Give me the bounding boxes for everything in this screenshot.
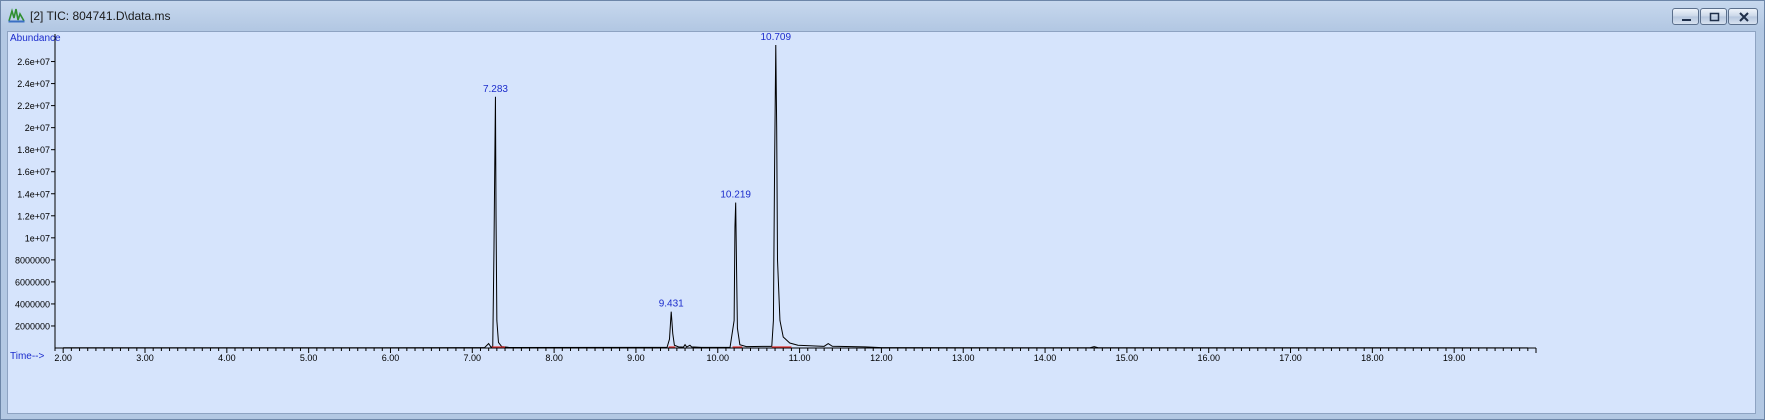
- x-tick-label: 16.00: [1197, 353, 1220, 363]
- window-titlebar[interactable]: [2] TIC: 804741.D\data.ms: [1, 1, 1764, 31]
- close-icon: [1739, 12, 1749, 22]
- y-tick-label: 1.4e+07: [17, 189, 50, 199]
- y-tick-label: 1e+07: [25, 233, 50, 243]
- y-tick-label: 2.2e+07: [17, 101, 50, 111]
- chromatogram-plot-area[interactable]: Abundance Time--> 2000000 4000000 6000000 8…: [7, 31, 1756, 414]
- x-tick-label: 19.00: [1443, 353, 1466, 363]
- y-tick-label: 1.2e+07: [17, 211, 50, 221]
- chromatogram-app-icon: [8, 8, 25, 23]
- x-tick-label: 3.00: [136, 353, 154, 363]
- y-tick-label: 6000000: [15, 277, 50, 287]
- tic-chromatogram-chart[interactable]: Abundance Time--> 2000000 4000000 6000000 8…: [8, 32, 1755, 413]
- maximize-icon: [1709, 12, 1720, 22]
- y-tick-label: 2.4e+07: [17, 79, 50, 89]
- y-tick-label: 2.6e+07: [17, 57, 50, 67]
- y-tick-label: 1.6e+07: [17, 167, 50, 177]
- x-tick-label: 2.00: [54, 353, 72, 363]
- peak-retention-time-label: 10.219: [720, 190, 751, 201]
- minimize-button[interactable]: [1672, 8, 1699, 25]
- x-tick-label: 9.00: [627, 353, 645, 363]
- x-axis-label: Time-->: [10, 351, 45, 362]
- peak-retention-time-label: 7.283: [483, 84, 508, 95]
- x-tick-label: 17.00: [1279, 353, 1302, 363]
- x-tick-label: 18.00: [1361, 353, 1384, 363]
- maximize-button[interactable]: [1700, 8, 1727, 25]
- x-tick-label: 7.00: [464, 353, 482, 363]
- x-tick-label: 13.00: [952, 353, 975, 363]
- x-tick-label: 12.00: [870, 353, 893, 363]
- x-tick-label: 8.00: [545, 353, 563, 363]
- y-tick-label: 4000000: [15, 299, 50, 309]
- peak-retention-time-label: 10.709: [760, 32, 791, 43]
- x-tick-label: 14.00: [1034, 353, 1057, 363]
- peak-retention-time-label: 9.431: [659, 299, 684, 310]
- y-axis-label: Abundance: [10, 33, 61, 44]
- x-tick-label: 11.00: [789, 353, 811, 363]
- y-tick-label: 2e+07: [25, 123, 50, 133]
- x-tick-label: 5.00: [300, 353, 318, 363]
- tic-trace-line: [63, 45, 1528, 349]
- x-tick-label: 15.00: [1116, 353, 1139, 363]
- y-tick-label: 2000000: [15, 321, 50, 331]
- y-tick-label: 8000000: [15, 255, 50, 265]
- y-tick-label: 1.8e+07: [17, 145, 50, 155]
- close-button[interactable]: [1728, 8, 1758, 25]
- x-tick-label: 6.00: [382, 353, 400, 363]
- minimize-icon: [1682, 19, 1691, 21]
- chromatogram-window: [2] TIC: 804741.D\data.ms Abundance Time…: [0, 0, 1765, 420]
- window-title: [2] TIC: 804741.D\data.ms: [30, 9, 171, 23]
- x-tick-label: 4.00: [218, 353, 236, 363]
- x-tick-label: 10.00: [707, 353, 730, 363]
